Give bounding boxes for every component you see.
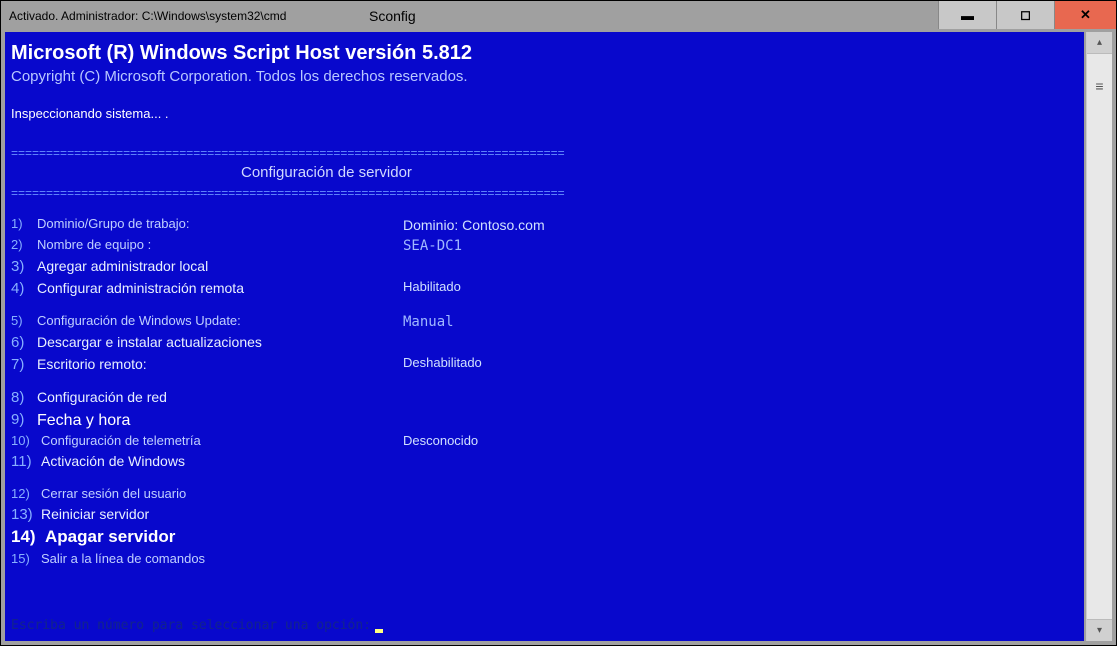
titlebar[interactable]: Activado. Administrador: C:\Windows\syst… — [1, 1, 1116, 31]
section-title: Configuración de servidor — [11, 163, 1078, 183]
window-controls: ▬ ◻ ✕ — [938, 1, 1116, 31]
scroll-menu-icon[interactable]: ≡ — [1087, 78, 1112, 94]
prompt[interactable]: Escriba un número para seleccionar una o… — [11, 617, 383, 635]
menu-item-3[interactable]: 3) Agregar administrador local — [11, 256, 1078, 278]
menu-item-5[interactable]: 5) Configuración de Windows Update: Manu… — [11, 312, 1078, 332]
menu-item-14[interactable]: 14) Apagar servidor — [11, 525, 1078, 550]
menu-item-9[interactable]: 9) Fecha y hora — [11, 409, 1078, 432]
cmd-window: Activado. Administrador: C:\Windows\syst… — [0, 0, 1117, 646]
menu-item-12[interactable]: 12) Cerrar sesión del usuario — [11, 485, 1078, 504]
menu-item-11[interactable]: 11) Activación de Windows — [11, 451, 1078, 473]
menu-item-1[interactable]: 1) Dominio/Grupo de trabajo: Dominio: Co… — [11, 215, 1078, 235]
maximize-button[interactable]: ◻ — [996, 1, 1054, 29]
divider-bottom: ========================================… — [11, 185, 1078, 201]
cursor-icon — [375, 629, 383, 633]
window-title-prefix: Activado. Administrador: C:\Windows\syst… — [1, 9, 286, 23]
minimize-button[interactable]: ▬ — [938, 1, 996, 29]
menu-item-7[interactable]: 7) Escritorio remoto: Deshabilitado — [11, 354, 1078, 376]
menu-item-2[interactable]: 2) Nombre de equipo : SEA-DC1 — [11, 236, 1078, 256]
menu-item-4[interactable]: 4) Configurar administración remota Habi… — [11, 278, 1078, 300]
scroll-up-button[interactable]: ▴ — [1087, 32, 1112, 54]
copyright-line: Copyright (C) Microsoft Corporation. Tod… — [11, 67, 1078, 87]
console-output: Microsoft (R) Windows Script Host versió… — [5, 32, 1084, 641]
divider-top: ========================================… — [11, 145, 1078, 161]
menu-item-13[interactable]: 13) Reiniciar servidor — [11, 504, 1078, 526]
scroll-down-button[interactable]: ▾ — [1087, 619, 1112, 641]
prompt-text: Escriba un número para seleccionar una o… — [11, 617, 371, 635]
menu-item-15[interactable]: 15) Salir a la línea de comandos — [11, 550, 1078, 569]
menu-item-10[interactable]: 10) Configuración de telemetría Desconoc… — [11, 432, 1078, 451]
menu-item-6[interactable]: 6) Descargar e instalar actualizaciones — [11, 332, 1078, 354]
vertical-scrollbar[interactable]: ▴ ≡ ▾ — [1086, 32, 1112, 641]
menu-list: 1) Dominio/Grupo de trabajo: Dominio: Co… — [11, 215, 1078, 569]
window-title-suffix: Sconfig — [369, 8, 416, 24]
menu-item-8[interactable]: 8) Configuración de red — [11, 387, 1078, 409]
script-host-title: Microsoft (R) Windows Script Host versió… — [11, 40, 1078, 67]
inspecting-line: Inspeccionando sistema... . — [11, 105, 1078, 123]
close-button[interactable]: ✕ — [1054, 1, 1116, 29]
